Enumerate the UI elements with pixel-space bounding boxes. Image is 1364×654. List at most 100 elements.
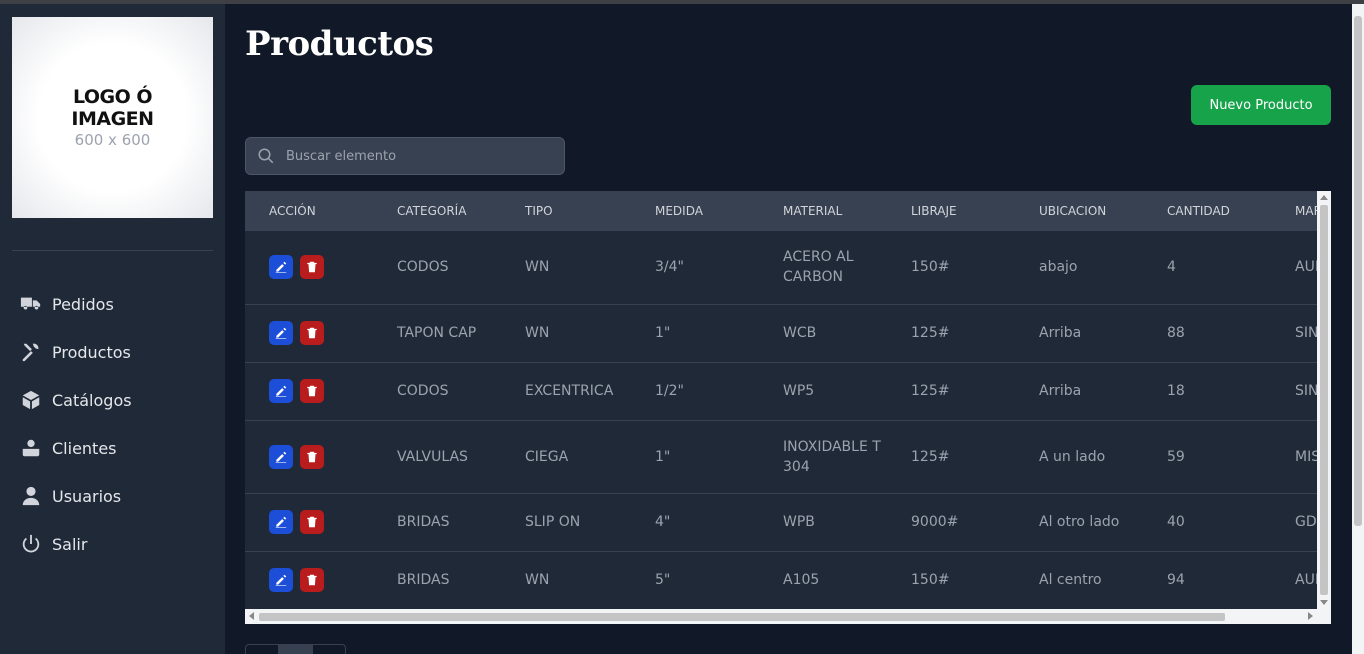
delete-button[interactable] — [300, 510, 324, 534]
cell-medida: 1" — [631, 304, 759, 363]
sidebar-item-clientes[interactable]: Clientes — [12, 424, 213, 472]
logo-line-2: IMAGEN — [71, 107, 154, 130]
row-actions — [245, 231, 373, 305]
row-actions — [245, 493, 373, 552]
col-header-cantidad[interactable]: CANTIDAD — [1143, 191, 1271, 231]
vertical-scrollbar[interactable] — [1317, 191, 1331, 609]
cell-categoria: BRIDAS — [373, 551, 501, 609]
cell-material: INOXIDABLE T 304 — [759, 420, 887, 494]
cell-marca: SIN — [1271, 362, 1317, 421]
delete-button[interactable] — [300, 379, 324, 403]
sidebar: LOGO Ó IMAGEN 600 x 600 Pedidos Producto… — [0, 4, 225, 654]
cell-cantidad: 40 — [1143, 493, 1271, 552]
horizontal-scrollbar[interactable] — [245, 609, 1331, 624]
table-header-row: ACCIÓN CATEGORÍA TIPO MEDIDA MATERIAL LI… — [245, 191, 1317, 231]
col-header-tipo[interactable]: TIPO — [501, 191, 631, 231]
tools-icon — [12, 340, 52, 364]
products-table-container: ACCIÓN CATEGORÍA TIPO MEDIDA MATERIAL LI… — [245, 191, 1331, 624]
cell-libraje: 125# — [887, 362, 1015, 421]
table-row: CODOS EXCENTRICA 1/2" WP5 125# Arriba 18 SIN — [245, 362, 1317, 421]
edit-button[interactable] — [269, 568, 293, 592]
pagination-prev[interactable] — [246, 645, 280, 654]
table-scroll-area[interactable]: ACCIÓN CATEGORÍA TIPO MEDIDA MATERIAL LI… — [245, 191, 1317, 609]
cell-categoria: TAPON CAP — [373, 304, 501, 363]
products-table: ACCIÓN CATEGORÍA TIPO MEDIDA MATERIAL LI… — [245, 191, 1317, 609]
sidebar-item-catalogos[interactable]: Catálogos — [12, 376, 213, 424]
edit-button[interactable] — [269, 255, 293, 280]
cell-cantidad: 18 — [1143, 362, 1271, 421]
edit-icon — [275, 327, 287, 339]
sidebar-item-productos[interactable]: Productos — [12, 328, 213, 376]
table-row: CODOS WN 3/4" ACERO AL CARBON 150# abajo 4 AUI — [245, 231, 1317, 305]
trash-icon — [307, 262, 317, 273]
row-actions — [245, 420, 373, 494]
table-row: BRIDAS SLIP ON 4" WPB 9000# Al otro lado 40 GD — [245, 493, 1317, 552]
cell-libraje: 150# — [887, 231, 1015, 305]
edit-icon — [275, 385, 287, 397]
cell-material: WP5 — [759, 362, 887, 421]
edit-button[interactable] — [269, 379, 293, 403]
edit-button[interactable] — [269, 321, 293, 345]
col-header-libraje[interactable]: LIBRAJE — [887, 191, 1015, 231]
edit-button[interactable] — [269, 510, 293, 534]
logo-size: 600 x 600 — [74, 130, 151, 149]
sidebar-item-pedidos[interactable]: Pedidos — [12, 280, 213, 328]
cell-medida: 5" — [631, 551, 759, 609]
edit-icon — [275, 262, 287, 274]
cell-tipo: EXCENTRICA — [501, 362, 631, 421]
cell-libraje: 125# — [887, 420, 1015, 494]
pagination-next[interactable] — [313, 645, 345, 654]
trash-icon — [307, 574, 317, 586]
col-header-material[interactable]: MATERIAL — [759, 191, 887, 231]
cell-cantidad: 88 — [1143, 304, 1271, 363]
cell-material: WCB — [759, 304, 887, 363]
cell-tipo: CIEGA — [501, 420, 631, 494]
sidebar-item-label: Salir — [52, 534, 88, 554]
cell-libraje: 125# — [887, 304, 1015, 363]
cell-tipo: WN — [501, 551, 631, 609]
sidebar-item-usuarios[interactable]: Usuarios — [12, 472, 213, 520]
cell-marca: SIN — [1271, 304, 1317, 363]
cell-medida: 3/4" — [631, 231, 759, 305]
col-header-ubicacion[interactable]: UBICACION — [1015, 191, 1143, 231]
edit-icon — [275, 451, 287, 463]
cube-icon — [12, 388, 52, 412]
window-scrollbar[interactable] — [1352, 4, 1364, 654]
col-header-medida[interactable]: MEDIDA — [631, 191, 759, 231]
page-title: Productos — [245, 24, 434, 64]
table-row: TAPON CAP WN 1" WCB 125# Arriba 88 SIN — [245, 304, 1317, 363]
truck-icon — [12, 292, 52, 316]
search-icon — [246, 147, 286, 165]
edit-icon — [275, 516, 287, 528]
cell-libraje: 150# — [887, 551, 1015, 609]
col-header-categoria[interactable]: CATEGORÍA — [373, 191, 501, 231]
col-header-accion: ACCIÓN — [269, 204, 316, 218]
cell-ubicacion: Arriba — [1015, 304, 1143, 363]
delete-button[interactable] — [300, 568, 324, 592]
cell-categoria: CODOS — [373, 362, 501, 421]
sidebar-divider — [12, 250, 213, 251]
sidebar-item-salir[interactable]: Salir — [12, 520, 213, 568]
cell-material: ACERO AL CARBON — [759, 231, 887, 305]
trash-icon — [307, 385, 317, 397]
cell-cantidad: 4 — [1143, 231, 1271, 305]
sidebar-item-label: Clientes — [52, 438, 117, 458]
search-input[interactable] — [286, 148, 556, 164]
row-actions — [245, 304, 373, 363]
delete-button[interactable] — [300, 321, 324, 345]
pagination — [245, 644, 346, 654]
pagination-page[interactable] — [279, 645, 313, 654]
new-product-button[interactable]: Nuevo Producto — [1191, 85, 1331, 125]
user-icon — [12, 484, 52, 508]
sidebar-item-label: Catálogos — [52, 390, 132, 410]
cell-ubicacion: A un lado — [1015, 420, 1143, 494]
col-header-marca[interactable]: MARCA — [1271, 191, 1317, 231]
cell-tipo: WN — [501, 304, 631, 363]
cell-medida: 1" — [631, 420, 759, 494]
delete-button[interactable] — [300, 255, 324, 280]
edit-button[interactable] — [269, 444, 293, 469]
delete-button[interactable] — [300, 444, 324, 469]
cell-medida: 1/2" — [631, 362, 759, 421]
main-content: Productos Nuevo Producto ACCIÓN CATEGORÍ… — [225, 4, 1352, 654]
search-box — [245, 137, 565, 175]
